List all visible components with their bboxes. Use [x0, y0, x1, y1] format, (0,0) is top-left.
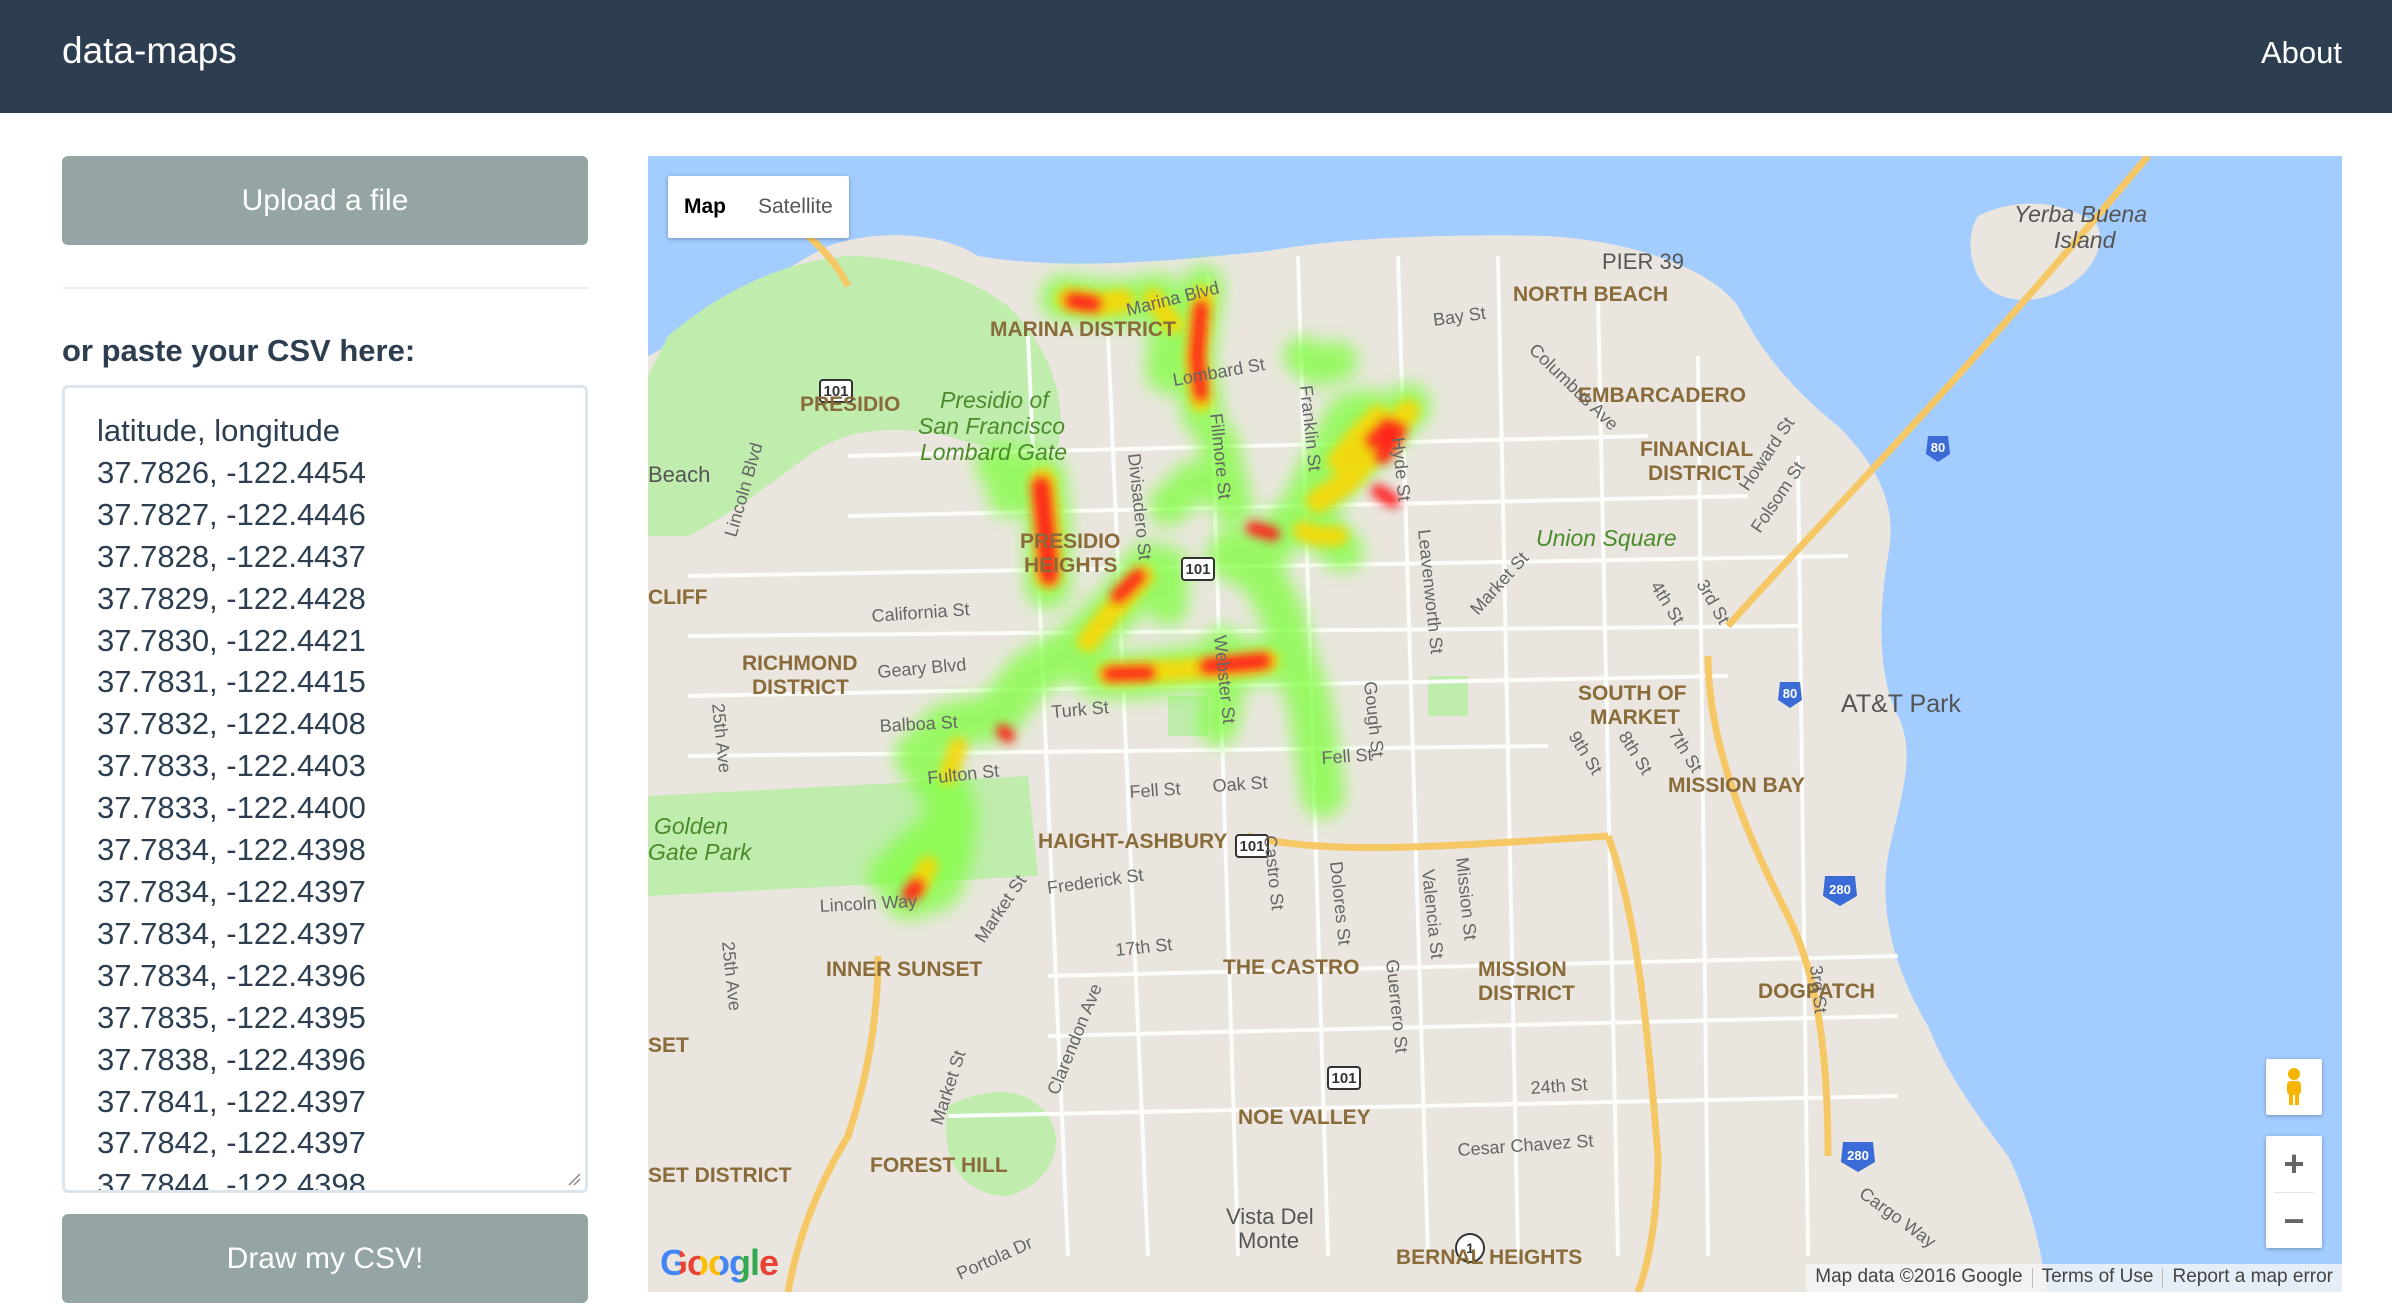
map-label: DISTRICT — [1478, 982, 1575, 1005]
map-label: SOUTH OF — [1578, 682, 1687, 705]
map-label: Golden — [654, 813, 728, 839]
map-attribution-bar: Map data ©2016 Google Terms of Use Repor… — [1806, 1264, 2342, 1292]
map-label: INNER SUNSET — [826, 958, 983, 981]
upload-file-button[interactable]: Upload a file — [62, 156, 588, 245]
map-label: Monte — [1238, 1228, 1299, 1253]
hwy-101-label: 101 — [1331, 1070, 1356, 1087]
draw-csv-button[interactable]: Draw my CSV! — [62, 1214, 588, 1303]
map-type-satellite-button[interactable]: Satellite — [742, 176, 849, 238]
map-label: Union Square — [1536, 525, 1677, 551]
map-label: Lombard Gate — [920, 439, 1067, 465]
csv-text[interactable]: latitude, longitude 37.7826, -122.4454 3… — [65, 388, 585, 1190]
map-label: San Francisco — [918, 413, 1065, 439]
map-label: MARINA DISTRICT — [990, 318, 1176, 341]
map-container[interactable]: 101 101 101 101 80 80 280 280 1 NORTH BE… — [648, 156, 2342, 1292]
map-label: NOE VALLEY — [1238, 1106, 1371, 1129]
map-label: NORTH BEACH — [1513, 283, 1668, 306]
map-label: Presidio of — [940, 387, 1051, 413]
hwy-101-label: 101 — [1185, 561, 1210, 578]
street-view-pegman[interactable] — [2266, 1059, 2322, 1115]
pegman-icon — [2287, 1068, 2301, 1105]
divider — [62, 287, 588, 289]
map-label: 24th St — [1530, 1074, 1588, 1098]
sidebar: Upload a file or paste your CSV here: la… — [62, 156, 588, 1303]
map-label: Oak St — [1212, 772, 1268, 796]
hwy-80-label: 80 — [1931, 440, 1945, 455]
map-canvas[interactable]: 101 101 101 101 80 80 280 280 1 NORTH BE… — [648, 156, 2342, 1292]
map-label: Beach — [648, 462, 710, 487]
map-label: CLIFF — [648, 586, 708, 609]
google-logo-text: Google — [660, 1242, 779, 1283]
map-label: AT&T Park — [1841, 690, 1961, 718]
map-label: MISSION — [1478, 958, 1567, 981]
map-label: FOREST HILL — [870, 1154, 1008, 1177]
map-type-control: Map Satellite — [668, 176, 849, 238]
map-label: HEIGHTS — [1024, 554, 1117, 577]
map-type-map-button[interactable]: Map — [668, 176, 742, 238]
map-label: Fell St — [1129, 778, 1181, 802]
csv-textarea[interactable]: latitude, longitude 37.7826, -122.4454 3… — [62, 385, 588, 1193]
zoom-in-button[interactable]: + — [2266, 1136, 2322, 1192]
map-data-attribution: Map data ©2016 Google — [1815, 1266, 2023, 1287]
map-label: Yerba Buena — [2014, 201, 2147, 227]
paste-csv-label: or paste your CSV here: — [62, 333, 416, 368]
map-label: Fell St — [1321, 744, 1373, 768]
report-map-error-link[interactable]: Report a map error — [2163, 1264, 2342, 1292]
brand-link[interactable]: data-maps — [62, 30, 237, 72]
map-label: BERNAL HEIGHTS — [1396, 1246, 1582, 1269]
map-label: Gate Park — [648, 839, 753, 865]
terms-of-use-link[interactable]: Terms of Use — [2033, 1264, 2163, 1292]
map-label: Vista Del — [1226, 1204, 1314, 1229]
map-label: THE CASTRO — [1223, 956, 1360, 979]
navbar: data-maps About — [0, 0, 2392, 113]
map-label: SET — [648, 1034, 689, 1057]
map-label: PRESIDIO — [800, 393, 900, 416]
map-label: RICHMOND — [742, 652, 858, 675]
map-label: Island — [2054, 227, 2117, 253]
map-label: MISSION BAY — [1668, 774, 1805, 797]
about-link[interactable]: About — [2261, 35, 2342, 71]
resize-handle-icon[interactable] — [567, 1172, 581, 1186]
hwy-80-label: 80 — [1783, 686, 1797, 701]
google-logo[interactable]: Google — [660, 1242, 779, 1284]
zoom-control: + − — [2266, 1136, 2322, 1248]
map-label: DISTRICT — [1648, 462, 1745, 485]
map-label: PRESIDIO — [1020, 530, 1120, 553]
map-label: FINANCIAL — [1640, 438, 1753, 461]
hwy-280-label: 280 — [1847, 1148, 1869, 1163]
map-label: HAIGHT-ASHBURY — [1038, 830, 1227, 853]
hwy-280-label: 280 — [1829, 882, 1851, 897]
map-label: SET DISTRICT — [648, 1164, 792, 1187]
map-label: PIER 39 — [1602, 249, 1684, 274]
map-label: Balboa St — [879, 712, 958, 736]
map-label: MARKET — [1590, 706, 1680, 729]
zoom-out-button[interactable]: − — [2266, 1193, 2322, 1249]
map-label: DISTRICT — [752, 676, 849, 699]
